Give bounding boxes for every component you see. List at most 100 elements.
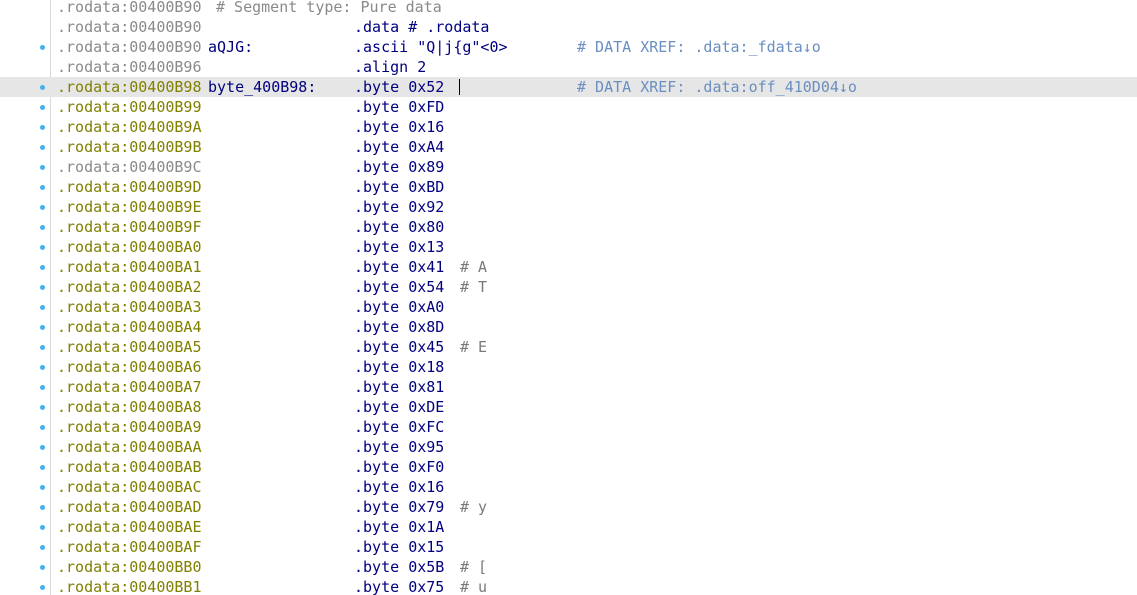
listing-row[interactable]: .rodata:00400B99 .byte 0xFD	[0, 97, 1137, 117]
address[interactable]: .rodata:00400BB0	[57, 557, 202, 577]
breakpoint-dot-icon[interactable]	[40, 325, 45, 330]
address[interactable]: .rodata:00400BA6	[57, 357, 202, 377]
operand[interactable]: # .rodata	[408, 18, 489, 36]
breakpoint-dot-icon[interactable]	[40, 185, 45, 190]
operand[interactable]: 0xA4	[408, 138, 444, 156]
instruction[interactable]: .ascii "Q|j{g"<0>	[354, 37, 508, 57]
operand[interactable]: 0x95	[408, 438, 444, 456]
operand[interactable]: 0x13	[408, 238, 444, 256]
address[interactable]: .rodata:00400BA7	[57, 377, 202, 397]
xref-comment[interactable]: # DATA XREF: .data:off_410D04↓o	[577, 77, 857, 97]
address[interactable]: .rodata:00400BA8	[57, 397, 202, 417]
listing-row[interactable]: .rodata:00400B90 aQJG: .ascii "Q|j{g"<0> # …	[0, 37, 1137, 57]
operand[interactable]: 0x81	[408, 378, 444, 396]
breakpoint-dot-icon[interactable]	[40, 305, 45, 310]
instruction[interactable]: .byte 0xDE	[354, 397, 444, 417]
operand[interactable]: 0x79	[408, 498, 444, 516]
breakpoint-dot-icon[interactable]	[40, 385, 45, 390]
listing-row[interactable]: .rodata:00400B9F .byte 0x80	[0, 217, 1137, 237]
breakpoint-dot-icon[interactable]	[40, 105, 45, 110]
operand[interactable]: 0x92	[408, 198, 444, 216]
operand[interactable]: 0x80	[408, 218, 444, 236]
address[interactable]: .rodata:00400B90	[57, 0, 202, 17]
listing-row[interactable]: .rodata:00400B9A .byte 0x16	[0, 117, 1137, 137]
operand[interactable]: 0x1A	[408, 518, 444, 536]
listing-row[interactable]: .rodata:00400BAD .byte 0x79 # y	[0, 497, 1137, 517]
breakpoint-dot-icon[interactable]	[40, 465, 45, 470]
operand[interactable]: 0x89	[408, 158, 444, 176]
operand[interactable]: 0x16	[408, 478, 444, 496]
instruction[interactable]: .byte 0x75	[354, 577, 444, 595]
address[interactable]: .rodata:00400B9E	[57, 197, 202, 217]
operand[interactable]: 0xF0	[408, 458, 444, 476]
listing-row[interactable]: .rodata:00400B90 # Segment type: Pure dat…	[0, 0, 1137, 17]
instruction[interactable]: .byte 0x92	[354, 197, 444, 217]
address[interactable]: .rodata:00400B90	[57, 37, 202, 57]
listing-row[interactable]: .rodata:00400BAC .byte 0x16	[0, 477, 1137, 497]
listing-row[interactable]: .rodata:00400BAB .byte 0xF0	[0, 457, 1137, 477]
address[interactable]: .rodata:00400BA1	[57, 257, 202, 277]
operand[interactable]: 0xBD	[408, 178, 444, 196]
address[interactable]: .rodata:00400BAC	[57, 477, 202, 497]
address[interactable]: .rodata:00400B98	[57, 77, 202, 97]
listing-row[interactable]: .rodata:00400BA1 .byte 0x41 # A	[0, 257, 1137, 277]
instruction[interactable]: .byte 0xA4	[354, 137, 444, 157]
listing-row[interactable]: .rodata:00400BA3 .byte 0xA0	[0, 297, 1137, 317]
address[interactable]: .rodata:00400BAB	[57, 457, 202, 477]
breakpoint-dot-icon[interactable]	[40, 485, 45, 490]
address[interactable]: .rodata:00400BAD	[57, 497, 202, 517]
breakpoint-dot-icon[interactable]	[40, 565, 45, 570]
instruction[interactable]: .byte 0x81	[354, 377, 444, 397]
operand[interactable]: "Q|j{g"<0>	[417, 38, 507, 56]
instruction[interactable]: .byte 0x79	[354, 497, 444, 517]
instruction[interactable]: .byte 0x1A	[354, 517, 444, 537]
instruction[interactable]: .byte 0xFC	[354, 417, 444, 437]
breakpoint-dot-icon[interactable]	[40, 165, 45, 170]
listing-row[interactable]: .rodata:00400BAE .byte 0x1A	[0, 517, 1137, 537]
breakpoint-dot-icon[interactable]	[40, 585, 45, 590]
operand[interactable]: 0xFD	[408, 98, 444, 116]
operand[interactable]: 0xDE	[408, 398, 444, 416]
listing-row[interactable]: .rodata:00400B96 .align 2	[0, 57, 1137, 77]
operand[interactable]: 0x54	[408, 278, 444, 296]
breakpoint-dot-icon[interactable]	[40, 145, 45, 150]
address[interactable]: .rodata:00400B9F	[57, 217, 202, 237]
address[interactable]: .rodata:00400BB1	[57, 577, 202, 595]
breakpoint-dot-icon[interactable]	[40, 445, 45, 450]
instruction[interactable]: .byte 0x5B	[354, 557, 444, 577]
operand[interactable]: 2	[417, 58, 426, 76]
address[interactable]: .rodata:00400BA5	[57, 337, 202, 357]
breakpoint-dot-icon[interactable]	[40, 205, 45, 210]
address[interactable]: .rodata:00400B9C	[57, 157, 202, 177]
address[interactable]: .rodata:00400B9B	[57, 137, 202, 157]
address[interactable]: .rodata:00400BA2	[57, 277, 202, 297]
address[interactable]: .rodata:00400BAF	[57, 537, 202, 557]
breakpoint-dot-icon[interactable]	[40, 405, 45, 410]
listing-row[interactable]: .rodata:00400BAA .byte 0x95	[0, 437, 1137, 457]
instruction[interactable]: .byte 0x45	[354, 337, 444, 357]
operand[interactable]: 0xFC	[408, 418, 444, 436]
listing-row[interactable]: .rodata:00400BA4 .byte 0x8D	[0, 317, 1137, 337]
instruction[interactable]: .data # .rodata	[354, 17, 489, 37]
instruction[interactable]: .byte 0x80	[354, 217, 444, 237]
listing-row[interactable]: .rodata:00400B9D .byte 0xBD	[0, 177, 1137, 197]
address[interactable]: .rodata:00400BA9	[57, 417, 202, 437]
breakpoint-dot-icon[interactable]	[40, 245, 45, 250]
xref-comment[interactable]: # DATA XREF: .data:_fdata↓o	[577, 37, 821, 57]
instruction[interactable]: .byte 0x16	[354, 477, 444, 497]
symbol-label[interactable]: byte_400B98:	[208, 77, 316, 97]
address[interactable]: .rodata:00400B96	[57, 57, 202, 77]
listing-row[interactable]: .rodata:00400BA6 .byte 0x18	[0, 357, 1137, 377]
breakpoint-dot-icon[interactable]	[40, 125, 45, 130]
instruction[interactable]: .byte 0x52	[354, 77, 444, 97]
address[interactable]: .rodata:00400B9D	[57, 177, 202, 197]
listing-row[interactable]: .rodata:00400B98 byte_400B98: .byte 0x52 # …	[0, 77, 1137, 97]
operand[interactable]: 0x18	[408, 358, 444, 376]
operand[interactable]: 0x16	[408, 118, 444, 136]
instruction[interactable]: .byte 0x54	[354, 277, 444, 297]
breakpoint-dot-icon[interactable]	[40, 425, 45, 430]
instruction[interactable]: .byte 0xA0	[354, 297, 444, 317]
symbol-label[interactable]: aQJG:	[208, 37, 253, 57]
breakpoint-dot-icon[interactable]	[40, 345, 45, 350]
address[interactable]: .rodata:00400BA3	[57, 297, 202, 317]
